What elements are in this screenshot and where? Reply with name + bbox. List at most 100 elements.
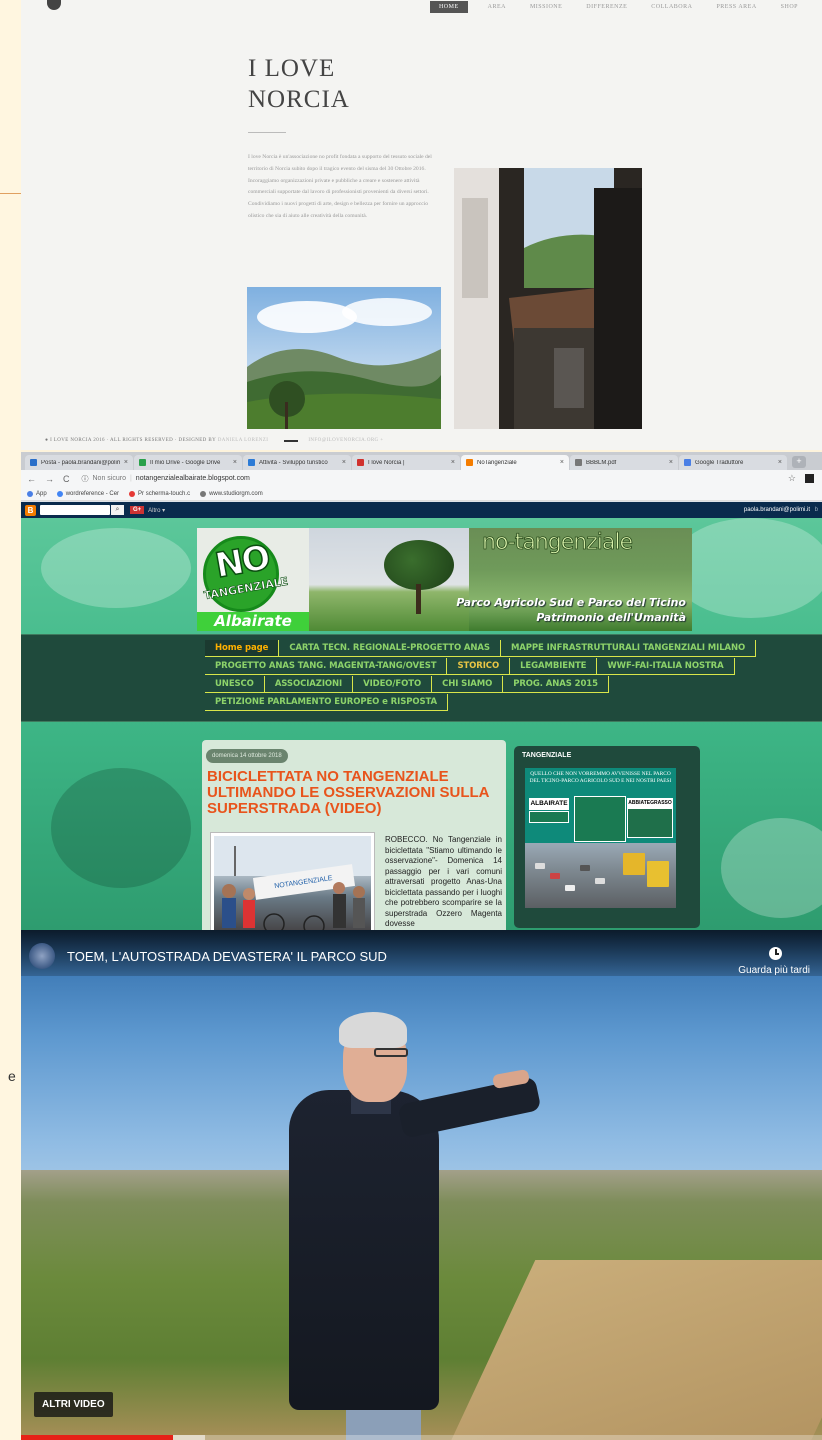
blog-header-banner[interactable]: NO TANGENZIALE Albairate no-tangenziale …: [197, 528, 692, 631]
man-coat: [289, 1090, 439, 1410]
video-player[interactable]: TOEM, L'AUTOSTRADA DEVASTERA' IL PARCO S…: [21, 930, 822, 1440]
sidebar-widget: TANGENZIALE QUELLO CHE NON VORREMMO AVVE…: [514, 746, 700, 928]
hills-photo: [247, 287, 441, 429]
account-tail-text[interactable]: b: [815, 507, 818, 513]
tree-trunk: [416, 584, 421, 614]
tab-favicon-icon: [357, 459, 364, 466]
menu-item[interactable]: CARTA TECN. REGIONALE-PROGETTO ANAS: [279, 640, 501, 656]
menu-item[interactable]: WWF-FAI-ITALIA NOSTRA: [597, 658, 735, 674]
browser-tab[interactable]: Posta - paola.brandani@polimi.it ×: [25, 455, 133, 470]
contact-email[interactable]: INFO@ILOVENORCIA.ORG +: [308, 438, 383, 443]
clock-icon[interactable]: [769, 947, 782, 960]
watch-later-button[interactable]: Guarda più tardi: [738, 965, 810, 976]
menu-item[interactable]: Home page: [205, 640, 280, 656]
bookmark-star-icon[interactable]: ☆: [788, 473, 796, 484]
nav-item-differenze[interactable]: DIFFERENZE: [586, 4, 627, 10]
browser-tab[interactable]: Google Traduttore ×: [679, 455, 787, 470]
back-arrow-icon[interactable]: ←: [27, 474, 36, 484]
channel-avatar[interactable]: [29, 943, 55, 969]
logo-place-text: Albairate: [197, 612, 309, 631]
bookmark-label: App: [36, 490, 47, 497]
new-tab-button[interactable]: +: [792, 456, 806, 468]
menu-item[interactable]: LEGAMBIENTE: [510, 658, 598, 674]
menu-item[interactable]: VIDEO/FOTO: [353, 676, 433, 692]
video-title[interactable]: TOEM, L'AUTOSTRADA DEVASTERA' IL PARCO S…: [67, 949, 387, 964]
traffic-photo: [525, 843, 676, 908]
man-glasses: [374, 1048, 408, 1057]
menu-item[interactable]: PROG. ANAS 2015: [503, 676, 609, 692]
title-divider: [248, 132, 286, 133]
widget-image[interactable]: QUELLO CHE NON VORREMMO AVVENISSE NEL PA…: [525, 768, 676, 908]
more-menu[interactable]: Altro ▾: [148, 507, 165, 514]
nav-item-area[interactable]: AREA: [488, 4, 506, 10]
tab-favicon-icon: [575, 459, 582, 466]
nav-item-missione[interactable]: MISSIONE: [530, 4, 562, 10]
designer-credit[interactable]: DANIELA LORENZI: [218, 438, 269, 443]
nav-item-shop[interactable]: SHOP: [781, 4, 798, 10]
menu-item[interactable]: MAPPE INFRASTRUTTURALI TANGENZIALI MILAN…: [501, 640, 757, 656]
close-tab-icon[interactable]: ×: [451, 459, 455, 466]
url-field[interactable]: ⓘ Non sicuro | notangenzialealbairate.bl…: [82, 474, 250, 484]
tab-favicon-icon: [466, 459, 473, 466]
site-logo[interactable]: [47, 0, 61, 10]
window-view-photo: [454, 168, 642, 429]
nav-item-home[interactable]: HOME: [429, 1, 468, 13]
bg-texture: [51, 768, 191, 888]
close-tab-icon[interactable]: ×: [778, 459, 782, 466]
blog-background: NO TANGENZIALE Albairate no-tangenziale …: [21, 518, 822, 930]
tab-favicon-icon: [139, 459, 146, 466]
search-icon[interactable]: ⌕: [111, 505, 124, 515]
menu-item[interactable]: STORICO: [447, 658, 511, 674]
bookmark-item[interactable]: Pr scherma-touch.c: [129, 490, 191, 497]
close-tab-icon[interactable]: ×: [669, 459, 673, 466]
sign-arrow: [529, 811, 569, 823]
url-text[interactable]: notangenzialealbairate.blogspot.com: [136, 475, 250, 482]
browser-tab[interactable]: I love Norcia | ×: [352, 455, 460, 470]
close-tab-icon[interactable]: ×: [342, 459, 346, 466]
menu-item[interactable]: PETIZIONE PARLAMENTO EUROPEO e RISPOSTA: [205, 694, 449, 710]
edge-text-fragment: e: [8, 1068, 16, 1084]
menu-item[interactable]: ASSOCIAZIONI: [265, 676, 354, 692]
menu-item[interactable]: PROGETTO ANAS TANG. MAGENTA-TANG/OVEST: [205, 658, 448, 674]
close-tab-icon[interactable]: ×: [124, 459, 128, 466]
blogger-navbar: B ⌕ G+ Altro ▾ paola.brandani@polimi.it b: [21, 502, 822, 518]
tab-label: Il mio Drive - Google Drive: [150, 459, 221, 466]
blog-title: no-tangenziale: [482, 530, 634, 556]
sign-right-panel: [627, 808, 673, 838]
widget-caption: QUELLO CHE NON VORREMMO AVVENISSE NEL PA…: [529, 771, 672, 784]
extension-icon[interactable]: [805, 474, 814, 483]
bookmark-item[interactable]: App: [27, 490, 47, 497]
car: [580, 865, 590, 871]
blogger-logo-icon[interactable]: B: [25, 504, 36, 516]
post-title-link[interactable]: BICICLETTATA NO TANGENZIALE ULTIMANDO LE…: [207, 769, 497, 817]
browser-tab[interactable]: NoTangenziale ×: [461, 455, 569, 470]
bookmark-item[interactable]: wordreference - Cer: [56, 490, 119, 497]
truck: [623, 853, 645, 875]
post-thumbnail[interactable]: NOTANGENZIALE: [210, 832, 375, 930]
menu-item[interactable]: CHI SIAMO: [432, 676, 504, 692]
tree-image: [384, 540, 454, 590]
address-bar: ← → C ⓘ Non sicuro | notangenzialealbair…: [21, 470, 822, 487]
close-tab-icon[interactable]: ×: [233, 459, 237, 466]
close-tab-icon[interactable]: ×: [560, 459, 564, 466]
menu-item[interactable]: UNESCO: [205, 676, 265, 692]
reload-icon[interactable]: C: [63, 474, 70, 484]
nav-item-collabora[interactable]: COLLABORA: [651, 4, 692, 10]
account-email-text[interactable]: paola.brandani@polimi.it: [744, 507, 810, 513]
browser-tab[interactable]: Attività - Sviluppo turistico ×: [243, 455, 351, 470]
account-email[interactable]: paola.brandani@polimi.it b: [744, 507, 818, 513]
blog-search-input[interactable]: [40, 505, 110, 515]
browser-tab[interactable]: Il mio Drive - Google Drive ×: [134, 455, 242, 470]
forward-arrow-icon[interactable]: →: [45, 474, 54, 484]
more-videos-button[interactable]: ALTRI VIDEO: [34, 1392, 113, 1417]
tab-favicon-icon: [30, 459, 37, 466]
bookmark-item[interactable]: www.studiorgm.com: [200, 490, 263, 497]
footer-divider: [284, 439, 299, 442]
menu-underline: [205, 692, 609, 693]
browser-tab[interactable]: BBBLM.pdf ×: [570, 455, 678, 470]
bookmark-label: Pr scherma-touch.c: [138, 490, 191, 497]
nav-buttons: ← → C: [27, 474, 70, 484]
nav-item-press-area[interactable]: PRESS AREA: [716, 4, 756, 10]
info-icon[interactable]: ⓘ: [82, 474, 89, 484]
google-plus-icon[interactable]: G+: [130, 506, 145, 514]
